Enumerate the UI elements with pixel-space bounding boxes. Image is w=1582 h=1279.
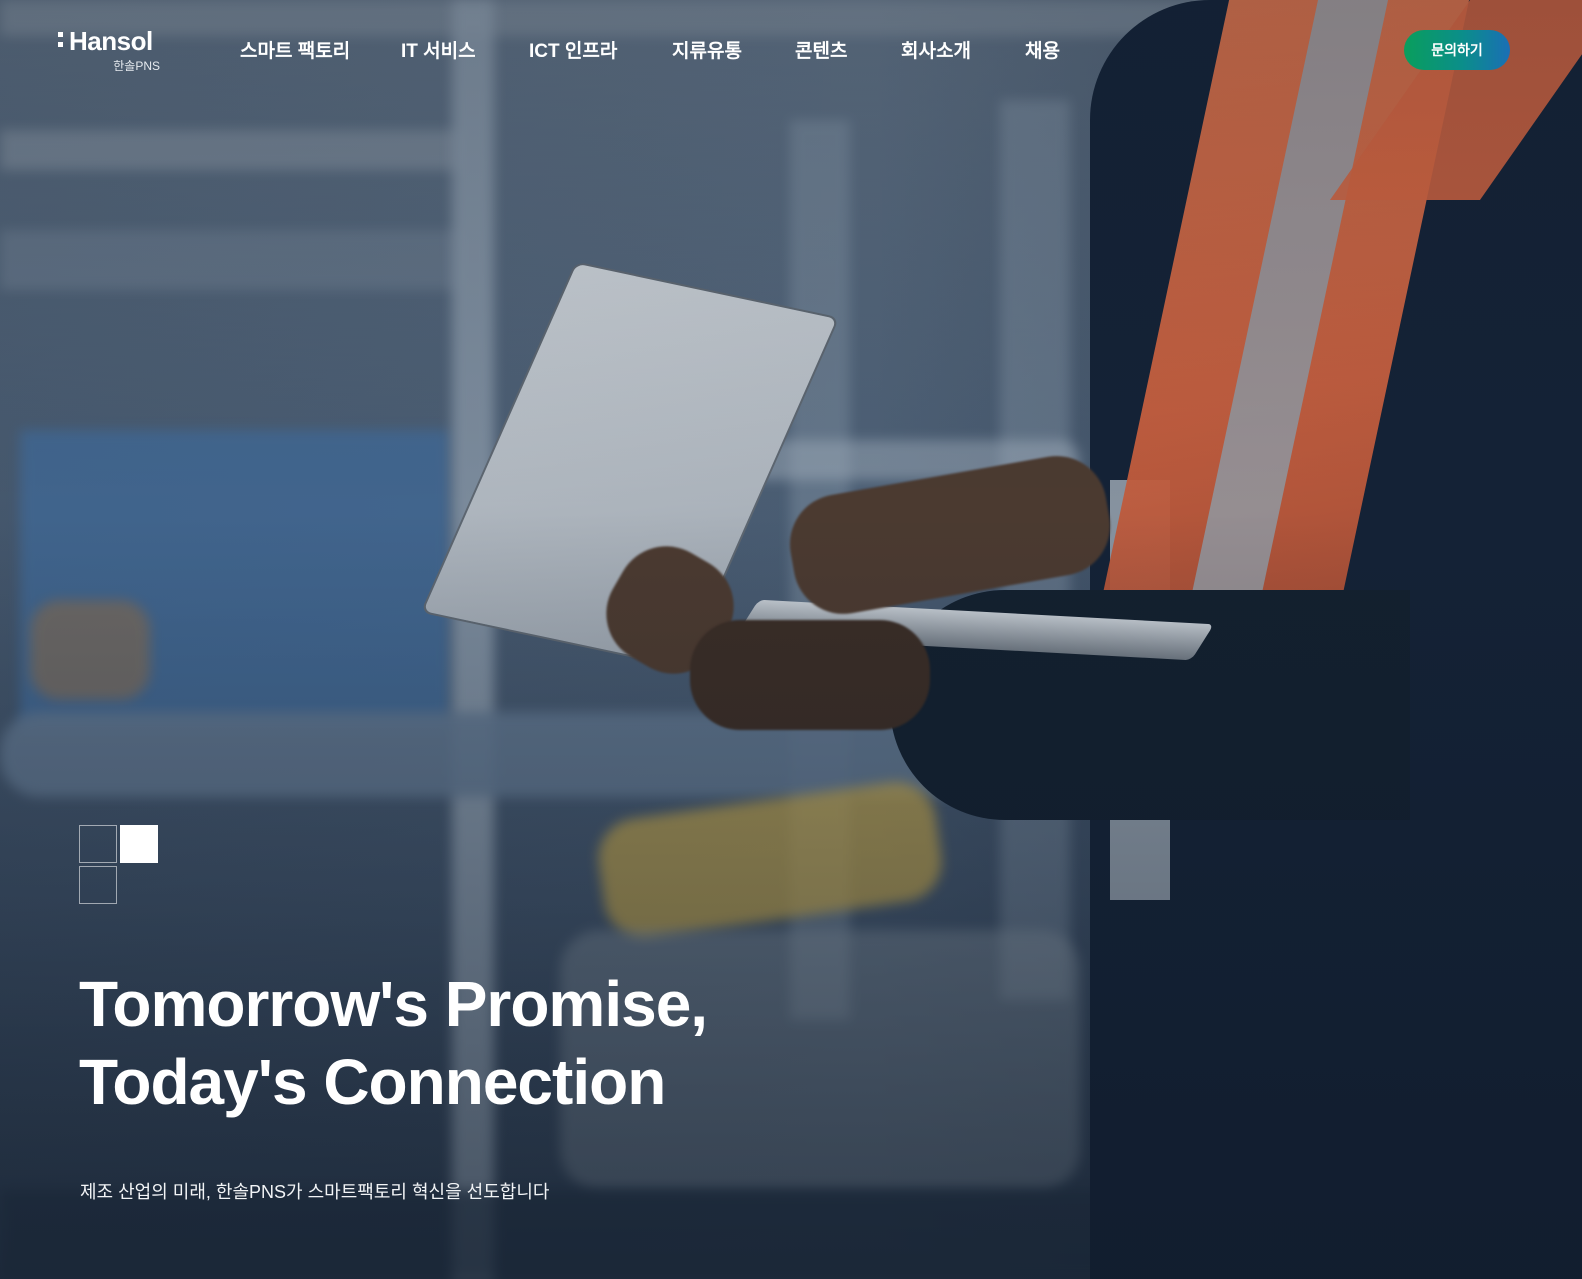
nav-item-paper-distribution[interactable]: 지류유통 bbox=[672, 36, 742, 63]
nav-item-recruit[interactable]: 채용 bbox=[1025, 36, 1060, 63]
hero-headline: Tomorrow's Promise, Today's Connection bbox=[79, 965, 708, 1121]
hansol-logo[interactable]: Hansol 한솔PNS bbox=[58, 26, 168, 76]
hero-subcopy: 제조 산업의 미래, 한솔PNS가 스마트팩토리 혁신을 선도합니다 bbox=[80, 1182, 550, 1202]
slide-dot-2-active[interactable] bbox=[120, 825, 158, 863]
nav-item-company[interactable]: 회사소개 bbox=[901, 36, 971, 63]
headline-line-1: Tomorrow's Promise, bbox=[79, 968, 708, 1040]
headline-line-2: Today's Connection bbox=[79, 1046, 666, 1118]
site-header: Hansol 한솔PNS 스마트 팩토리 IT 서비스 ICT 인프라 지류유통… bbox=[0, 0, 1582, 100]
logo-wordmark: Hansol bbox=[58, 26, 153, 57]
nav-item-smart-factory[interactable]: 스마트 팩토리 bbox=[240, 36, 350, 63]
slide-dot-3[interactable] bbox=[79, 866, 117, 904]
slide-indicator bbox=[79, 825, 161, 907]
contact-button[interactable]: 문의하기 bbox=[1404, 30, 1510, 70]
slide-dot-1[interactable] bbox=[79, 825, 117, 863]
logo-subtitle: 한솔PNS bbox=[113, 59, 160, 73]
logo-name: Hansol bbox=[69, 26, 153, 56]
logo-colon-mark bbox=[58, 32, 64, 50]
nav-item-it-service[interactable]: IT 서비스 bbox=[401, 36, 476, 63]
nav-item-ict-infra[interactable]: ICT 인프라 bbox=[529, 36, 617, 63]
nav-item-contents[interactable]: 콘텐츠 bbox=[795, 36, 847, 63]
